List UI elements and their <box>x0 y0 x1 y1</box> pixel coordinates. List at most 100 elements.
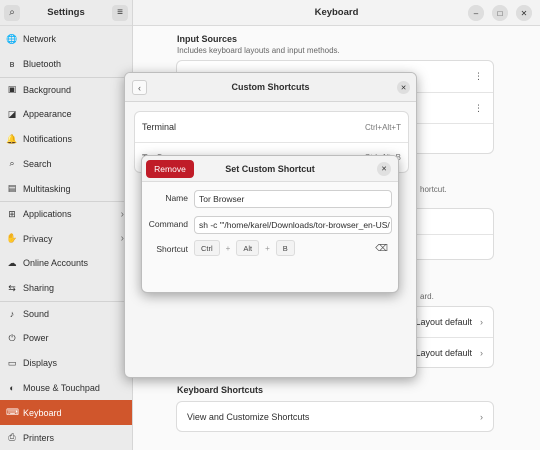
sidebar-item-displays[interactable]: ▭ Displays <box>0 351 132 376</box>
sidebar-item-mouse-touchpad[interactable]: ◐ Mouse & Touchpad <box>0 375 132 400</box>
sidebar-item-label: Printers <box>23 432 55 443</box>
chevron-right-icon: › <box>480 317 483 327</box>
printer-icon: ⎙ <box>8 432 16 443</box>
sidebar-item-label: Applications <box>23 209 72 220</box>
sidebar-item-sound[interactable]: ♪ Sound <box>0 300 132 326</box>
close-button[interactable]: ✕ <box>377 162 391 176</box>
sidebar-item-label: Privacy <box>23 233 53 244</box>
sidebar-item-privacy[interactable]: ✋ Privacy › <box>0 226 132 251</box>
sidebar-item-label: Displays <box>23 358 58 369</box>
command-field[interactable]: sh -c '"/home/karel/Downloads/tor-browse… <box>194 216 392 234</box>
key-cap: Alt <box>236 240 260 256</box>
hamburger-icon: ≡ <box>117 7 123 18</box>
sidebar-item-label: Mouse & Touchpad <box>23 382 100 393</box>
shortcut-label: Shortcut <box>156 244 188 254</box>
sidebar-item-sharing[interactable]: ⇆ Sharing <box>0 276 132 301</box>
custom-shortcuts-title: Custom Shortcuts <box>231 82 310 92</box>
privacy-icon: ✋ <box>6 233 18 244</box>
plus-separator: + <box>225 243 231 253</box>
back-button[interactable]: ‹ <box>132 80 147 95</box>
sidebar-item-online-accounts[interactable]: ☁ Online Accounts <box>0 251 132 276</box>
clear-shortcut-icon[interactable]: ⌫ <box>375 243 388 254</box>
maximize-icon: □ <box>492 5 508 21</box>
sidebar-item-label: Search <box>23 158 52 169</box>
sidebar-item-label: Appearance <box>23 109 72 120</box>
shortcut-name: Terminal <box>142 122 177 132</box>
music-icon: ♪ <box>9 308 15 319</box>
minimize-button[interactable]: – <box>468 5 484 21</box>
input-sources-title: Input Sources <box>177 34 238 44</box>
search-icon: ⌕ <box>9 158 15 169</box>
sidebar-item-label: Power <box>23 333 49 344</box>
set-custom-shortcut-dialog: Remove Set Custom Shortcut ✕ Name Tor Br… <box>141 155 399 293</box>
shortcut-keys[interactable]: Ctrl + Alt + B <box>194 240 295 256</box>
chevron-left-icon: ‹ <box>138 82 141 93</box>
layout-option-value: Layout default <box>415 347 472 358</box>
sidebar-item-keyboard[interactable]: ⌨ Keyboard <box>0 400 132 426</box>
close-button[interactable]: ✕ <box>397 81 410 94</box>
sidebar-item-label: Keyboard <box>23 407 62 418</box>
sidebar: ⌕ Settings ≡ 🌐 Network ʙ Bluetooth ▣ Backgr… <box>0 0 133 450</box>
menu-button[interactable]: ≡ <box>111 4 128 21</box>
remove-button[interactable]: Remove <box>146 160 194 178</box>
sidebar-item-multitasking[interactable]: ▤ Multitasking <box>0 176 132 201</box>
sidebar-item-label: Online Accounts <box>23 258 89 269</box>
shortcuts-card: View and Customize Shortcuts › <box>176 401 494 432</box>
key-cap: Ctrl <box>194 240 220 256</box>
sidebar-item-appearance[interactable]: ◪ Appearance <box>0 102 132 127</box>
power-icon: ⏻ <box>8 332 16 343</box>
mouse-icon: ◐ <box>9 382 15 393</box>
search-button[interactable]: ⌕ <box>4 4 20 21</box>
shortcut-description-fragment: hortcut. <box>420 185 447 194</box>
display-icon: ▭ <box>7 357 17 368</box>
key-cap: B <box>275 240 295 256</box>
sidebar-item-label: Notifications <box>23 134 73 144</box>
sidebar-item-printers[interactable]: ⎙ Printers <box>0 425 132 450</box>
custom-shortcuts-header: ‹ Custom Shortcuts ✕ <box>125 73 416 102</box>
set-shortcut-title: Set Custom Shortcut <box>225 163 315 174</box>
close-button[interactable]: ✕ <box>516 5 532 21</box>
more-options-icon[interactable]: ⋮ <box>474 71 483 82</box>
keyboard-shortcuts-title: Keyboard Shortcuts <box>177 385 264 395</box>
shortcut-accel: Ctrl+Alt+T <box>364 122 401 132</box>
sidebar-title: Settings <box>47 7 85 18</box>
sidebar-item-search[interactable]: ⌕ Search <box>0 151 132 176</box>
sidebar-item-network[interactable]: 🌐 Network <box>0 27 132 52</box>
sidebar-item-applications[interactable]: ⊞ Applications › <box>0 201 132 226</box>
sidebar-item-label: Sharing <box>23 283 55 294</box>
close-icon: ✕ <box>516 5 532 21</box>
view-shortcuts-row[interactable]: View and Customize Shortcuts › <box>177 402 493 431</box>
more-options-icon[interactable]: ⋮ <box>474 103 483 114</box>
name-field[interactable]: Tor Browser <box>194 190 392 208</box>
command-label: Command <box>148 219 188 229</box>
main-header: Keyboard – □ ✕ <box>133 0 540 26</box>
page-title: Keyboard <box>314 7 359 18</box>
sidebar-item-background[interactable]: ▣ Background <box>0 76 132 102</box>
sidebar-item-notifications[interactable]: 🔔 Notifications <box>0 127 132 152</box>
appearance-icon: ◪ <box>7 108 17 119</box>
keyboard-icon: ⌨ <box>6 407 19 418</box>
sidebar-item-label: Multitasking <box>23 183 71 194</box>
set-shortcut-header: Remove Set Custom Shortcut ✕ <box>142 156 398 182</box>
sidebar-item-label: Bluetooth <box>23 59 62 70</box>
shortcut-row-terminal[interactable]: Terminal Ctrl+Alt+T <box>135 112 408 142</box>
layout-option-value: Layout default <box>415 317 472 327</box>
maximize-button[interactable]: □ <box>492 5 508 21</box>
chevron-right-icon: › <box>480 411 483 422</box>
layout-description-fragment: ard. <box>420 292 434 301</box>
sidebar-item-label: Background <box>23 84 72 95</box>
bell-icon: 🔔 <box>6 133 18 144</box>
share-icon: ⇆ <box>8 282 16 293</box>
background-icon: ▣ <box>7 84 17 95</box>
close-icon: ✕ <box>381 166 387 173</box>
minimize-icon: – <box>468 5 484 21</box>
multitasking-icon: ▤ <box>7 183 17 194</box>
sidebar-list: 🌐 Network ʙ Bluetooth ▣ Background ◪ Appeara… <box>0 26 132 450</box>
sidebar-item-power[interactable]: ⏻ Power <box>0 326 132 351</box>
sidebar-item-bluetooth[interactable]: ʙ Bluetooth <box>0 52 132 77</box>
search-icon: ⌕ <box>9 7 15 18</box>
apps-icon: ⊞ <box>8 208 16 219</box>
bluetooth-icon: ʙ <box>9 59 15 70</box>
cloud-icon: ☁ <box>7 257 17 268</box>
input-sources-subtitle: Includes keyboard layouts and input meth… <box>177 46 340 55</box>
